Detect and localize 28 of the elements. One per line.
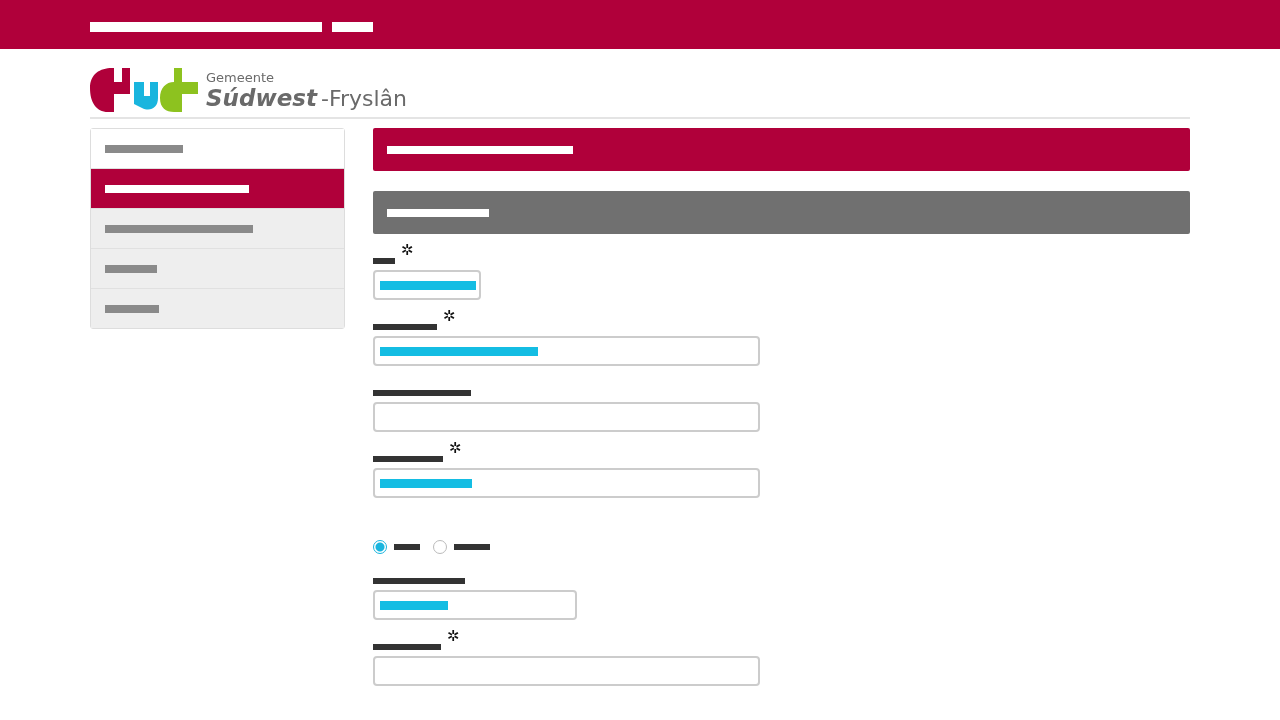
sidebar-item[interactable] <box>91 248 344 288</box>
input-field[interactable] <box>373 402 760 432</box>
input-field[interactable] <box>373 336 760 366</box>
redacted-text <box>454 544 490 550</box>
logo-subtitle: Gemeente <box>206 70 276 84</box>
redacted-text <box>373 644 441 650</box>
logo-icon <box>90 68 198 112</box>
input-field[interactable] <box>373 468 760 498</box>
redacted-text <box>373 324 437 330</box>
required-mark: ✲ <box>449 441 462 456</box>
redacted-text <box>373 456 443 462</box>
sidebar-item[interactable] <box>91 288 344 328</box>
input-field[interactable] <box>373 656 760 686</box>
radio-button[interactable] <box>433 540 447 554</box>
required-mark: ✲ <box>401 243 414 258</box>
radio-button[interactable] <box>373 540 387 554</box>
input-field[interactable] <box>373 270 481 300</box>
required-mark: ✲ <box>443 309 456 324</box>
redacted-text <box>394 544 420 550</box>
redacted-value <box>380 600 448 610</box>
logo-region: -Fryslân <box>320 87 407 110</box>
sidebar-item[interactable] <box>91 208 344 248</box>
redacted-text <box>332 22 373 32</box>
input-field[interactable] <box>373 590 577 620</box>
sidebar-item[interactable] <box>91 168 344 208</box>
required-mark: ✲ <box>447 629 460 644</box>
redacted-text <box>373 258 395 264</box>
logo-name: Súdwest <box>206 86 317 110</box>
